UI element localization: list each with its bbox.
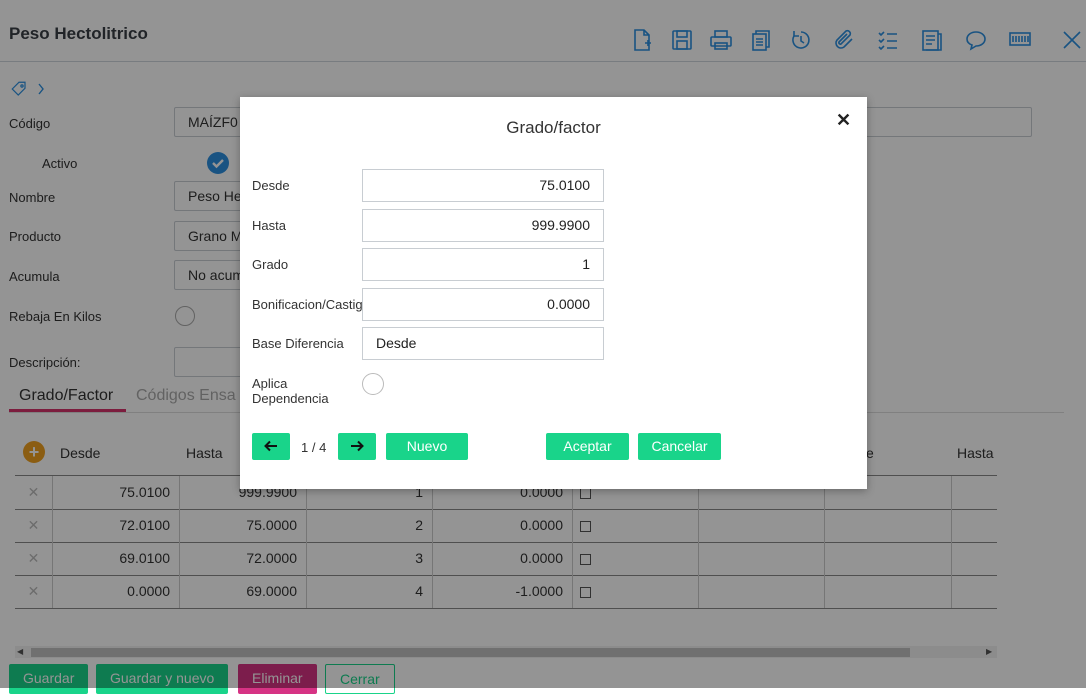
bonificacion-input[interactable]: 0.0000 [362,288,604,321]
grado-factor-dialog: Grado/factor ✕ Desde 75.0100 Hasta 999.9… [240,97,867,489]
base-diferencia-label: Base Diferencia [252,336,344,351]
base-diferencia-select[interactable]: Desde [362,327,604,360]
close-icon[interactable]: ✕ [836,110,851,131]
hasta-input[interactable]: 999.9900 [362,209,604,242]
desde-label: Desde [252,178,290,193]
dialog-title: Grado/factor [506,118,601,137]
cancelar-button[interactable]: Cancelar [638,433,721,460]
desde-input[interactable]: 75.0100 [362,169,604,202]
prev-record-button[interactable] [252,433,290,460]
arrow-right-icon [351,440,364,452]
aplica-dependencia-label: Aplica Dependencia [252,376,329,406]
next-record-button[interactable] [338,433,376,460]
aceptar-button[interactable]: Aceptar [546,433,629,460]
grado-input[interactable]: 1 [362,248,604,281]
nuevo-button[interactable]: Nuevo [386,433,468,460]
bonificacion-label: Bonificacion/Castigo [252,297,362,312]
hasta-label: Hasta [252,218,286,233]
arrow-left-icon [264,440,277,452]
aplica-dependencia-radio[interactable] [362,373,384,395]
pager-indicator: 1 / 4 [301,440,327,455]
grado-label: Grado [252,257,289,272]
